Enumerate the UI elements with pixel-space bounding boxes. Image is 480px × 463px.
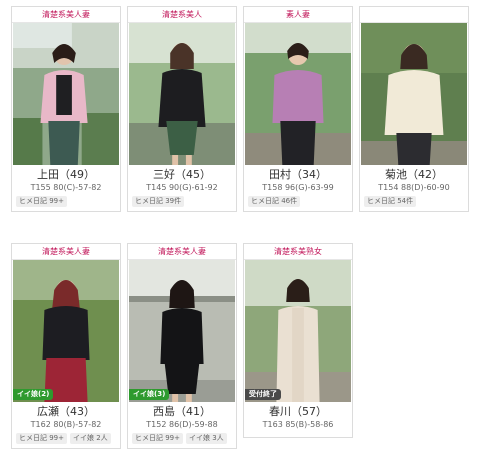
category-label: [360, 7, 468, 23]
category-label: 清楚系美人妻: [128, 244, 236, 260]
profile-name[interactable]: 田村（34）: [244, 168, 352, 182]
profile-name[interactable]: 春川（57）: [244, 405, 352, 419]
like-badge: イイ娘(3): [129, 389, 170, 400]
category-label: 清楚系美人妻: [12, 244, 120, 260]
diary-tag[interactable]: ヒメ日記 99+: [132, 433, 183, 444]
like-tag[interactable]: イイ娘 2人: [70, 433, 111, 444]
profile-card[interactable]: 清楚系美熟女 受付終了 春川（57） T163 85(B)-58-86: [243, 243, 353, 438]
profile-photo[interactable]: イイ娘(2): [13, 260, 119, 402]
diary-tag[interactable]: ヒメ日記 39件: [132, 196, 185, 207]
profile-photo[interactable]: 受付終了: [245, 260, 351, 402]
profile-name[interactable]: 菊池（42）: [360, 168, 468, 182]
profile-spec: T152 86(D)-59-88: [146, 420, 218, 429]
profile-photo[interactable]: [361, 23, 467, 165]
category-label: 清楚系美人: [128, 7, 236, 23]
profile-spec: T163 85(B)-58-86: [262, 420, 334, 429]
profile-spec: T154 88(D)-60-90: [378, 183, 450, 192]
diary-tag[interactable]: ヒメ日記 54件: [364, 196, 417, 207]
profile-photo[interactable]: イイ娘(3): [129, 260, 235, 402]
profile-spec: T145 90(G)-61-92: [146, 183, 218, 192]
profile-photo[interactable]: [245, 23, 351, 165]
profile-spec: T158 96(G)-63-99: [262, 183, 334, 192]
profile-name[interactable]: 三好（45）: [128, 168, 236, 182]
profile-card[interactable]: 菊池（42） T154 88(D)-60-90 ヒメ日記 54件: [359, 6, 469, 212]
status-badge: 受付終了: [245, 389, 281, 400]
profile-name[interactable]: 上田（49）: [12, 168, 120, 182]
diary-tag[interactable]: ヒメ日記 99+: [16, 196, 67, 207]
profile-photo[interactable]: [13, 23, 119, 165]
profile-name[interactable]: 西島（41）: [128, 405, 236, 419]
profile-card[interactable]: 素人妻 田村（34） T158 96(G)-63-99 ヒメ日記 46件: [243, 6, 353, 212]
diary-tag[interactable]: ヒメ日記 46件: [248, 196, 301, 207]
diary-tag[interactable]: ヒメ日記 99+: [16, 433, 67, 444]
like-tag[interactable]: イイ娘 3人: [186, 433, 227, 444]
like-badge: イイ娘(2): [13, 389, 54, 400]
profile-card[interactable]: 清楚系美人妻 上田（49） T155 80(C)-57-82 ヒメ日記 99+: [11, 6, 121, 212]
category-label: 素人妻: [244, 7, 352, 23]
profile-spec: T155 80(C)-57-82: [30, 183, 102, 192]
profile-name[interactable]: 広瀬（43）: [12, 405, 120, 419]
profile-card[interactable]: 清楚系美人 三好（45） T145 90(G)-61-92 ヒメ日記 39件: [127, 6, 237, 212]
category-label: 清楚系美熟女: [244, 244, 352, 260]
profile-card[interactable]: 清楚系美人妻 イイ娘(2) 広瀬（43） T162 80(B)-57-82 ヒメ…: [11, 243, 121, 449]
profile-card[interactable]: 清楚系美人妻 イイ娘(3) 西島（41） T152 86(D)-59-88 ヒメ…: [127, 243, 237, 449]
category-label: 清楚系美人妻: [12, 7, 120, 23]
profile-photo[interactable]: [129, 23, 235, 165]
profile-spec: T162 80(B)-57-82: [30, 420, 102, 429]
